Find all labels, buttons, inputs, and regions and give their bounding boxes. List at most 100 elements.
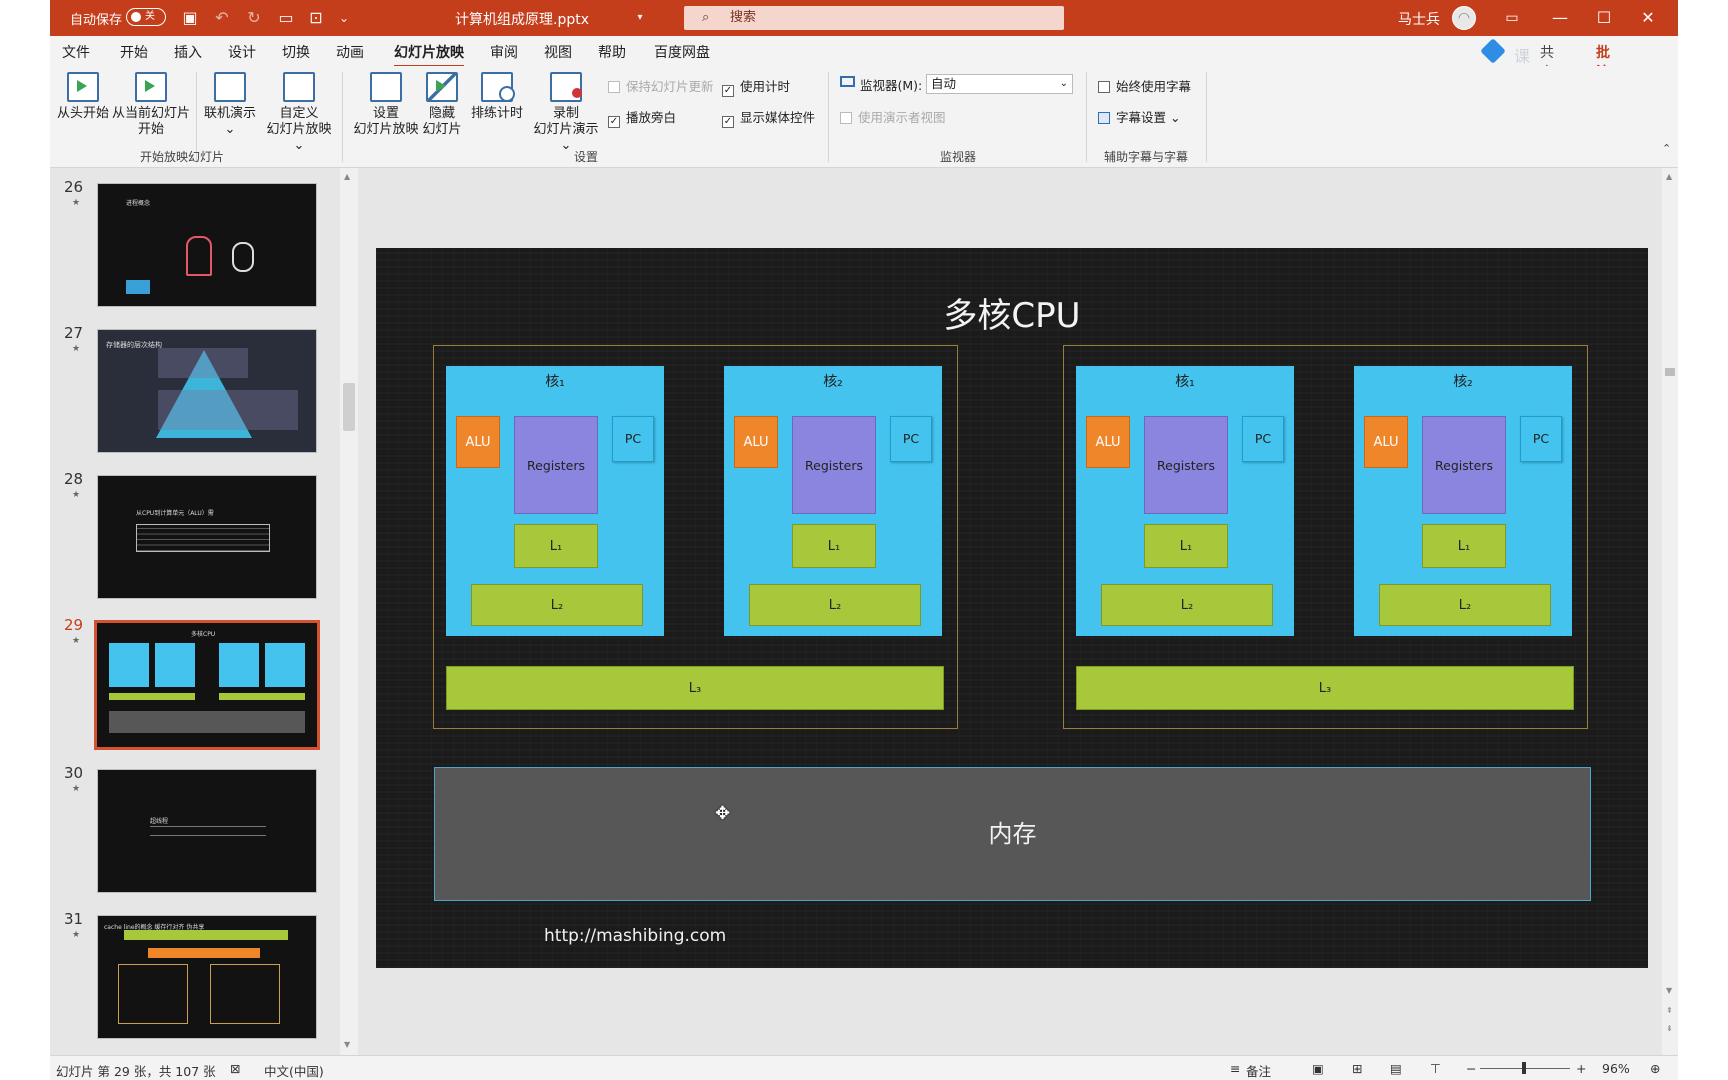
- memory-box[interactable]: 内存: [434, 767, 1591, 901]
- tab-help[interactable]: 帮助: [598, 42, 626, 62]
- current-slide[interactable]: 多核CPU 核₁ ALU Registers PC L₁ L₂ 核₂ ALU R: [376, 248, 1648, 968]
- cpu-core[interactable]: 核₁ ALU Registers PC L₁ L₂: [1076, 366, 1294, 636]
- from-beginning-button[interactable]: 从头开始: [56, 72, 110, 122]
- collapse-ribbon-icon[interactable]: ⌃: [1662, 142, 1671, 155]
- tab-baidu-netdisk[interactable]: 百度网盘: [654, 42, 710, 62]
- play-narration-checkbox[interactable]: ✓ 播放旁白: [608, 107, 676, 128]
- registers-box[interactable]: Registers: [792, 416, 876, 514]
- zoom-in-icon[interactable]: +: [1576, 1061, 1586, 1076]
- keep-slides-updated-checkbox[interactable]: 保持幻灯片更新: [608, 76, 714, 95]
- redo-icon[interactable]: ↻: [244, 8, 264, 28]
- tab-file[interactable]: 文件: [62, 42, 90, 62]
- l3-cache-box[interactable]: L₃: [1076, 666, 1574, 710]
- thumbnail-scrollbar[interactable]: ▲ ▼: [340, 168, 358, 1055]
- reading-view-icon[interactable]: ▤: [1390, 1061, 1402, 1076]
- previous-slide-icon[interactable]: ⇞: [1666, 1006, 1673, 1015]
- registers-box[interactable]: Registers: [1422, 416, 1506, 514]
- zoom-level[interactable]: 96%: [1602, 1061, 1630, 1076]
- slide-thumbnail-29[interactable]: 多核CPU: [94, 620, 320, 750]
- l2-cache-box[interactable]: L₂: [1379, 584, 1551, 626]
- scroll-down-icon[interactable]: ▼: [1666, 986, 1672, 995]
- close-icon[interactable]: ✕: [1636, 6, 1660, 30]
- tab-slideshow[interactable]: 幻灯片放映: [394, 42, 464, 68]
- zoom-out-icon[interactable]: −: [1466, 1061, 1476, 1076]
- notes-button[interactable]: 备注: [1246, 1061, 1271, 1080]
- l1-cache-box[interactable]: L₁: [1422, 524, 1506, 568]
- l2-cache-box[interactable]: L₂: [1101, 584, 1273, 626]
- slide-footer-url[interactable]: http://mashibing.com: [544, 926, 726, 946]
- registers-box[interactable]: Registers: [1144, 416, 1228, 514]
- pc-box[interactable]: PC: [612, 416, 654, 462]
- presenter-view-checkbox[interactable]: 使用演示者视图: [840, 107, 946, 126]
- alu-box[interactable]: ALU: [734, 416, 778, 468]
- l1-cache-box[interactable]: L₁: [1144, 524, 1228, 568]
- alu-box[interactable]: ALU: [456, 416, 500, 468]
- editor-scrollbar[interactable]: ▲ ▼ ⇞ ⇟: [1662, 168, 1678, 1055]
- l1-cache-box[interactable]: L₁: [792, 524, 876, 568]
- minimize-icon[interactable]: —: [1548, 6, 1572, 30]
- present-from-start-icon[interactable]: ▭: [276, 8, 296, 28]
- slide-sorter-icon[interactable]: ⊞: [1352, 1061, 1362, 1076]
- cpu-package[interactable]: 核₁ ALU Registers PC L₁ L₂ 核₂ ALU Registe…: [1063, 345, 1588, 729]
- tab-transitions[interactable]: 切换: [282, 42, 310, 62]
- slide-title[interactable]: 多核CPU: [376, 288, 1648, 337]
- pc-box[interactable]: PC: [1242, 416, 1284, 462]
- search-box[interactable]: ⌕ 搜索: [684, 6, 1064, 30]
- ribbon-display-icon[interactable]: ▭: [1500, 6, 1524, 30]
- tab-animations[interactable]: 动画: [336, 42, 364, 62]
- slide-thumbnail-30[interactable]: 超线程: [97, 769, 317, 893]
- slideshow-view-icon[interactable]: ⊤: [1430, 1061, 1441, 1076]
- cpu-core[interactable]: 核₁ ALU Registers PC L₁ L₂: [446, 366, 664, 636]
- save-icon[interactable]: ▣: [180, 8, 200, 28]
- user-avatar-icon[interactable]: ◠: [1452, 6, 1476, 30]
- fit-to-window-icon[interactable]: ⊕: [1650, 1061, 1660, 1076]
- monitor-select[interactable]: 自动 ⌄: [926, 74, 1073, 94]
- subtitle-settings-button[interactable]: 字幕设置 ⌄: [1098, 107, 1180, 126]
- from-current-button[interactable]: 从当前幻灯片 开始: [110, 72, 192, 138]
- setup-slideshow-button[interactable]: 设置 幻灯片放映: [352, 72, 420, 138]
- hide-slide-button[interactable]: 隐藏 幻灯片: [422, 72, 462, 138]
- l1-cache-box[interactable]: L₁: [514, 524, 598, 568]
- maximize-icon[interactable]: ☐: [1592, 6, 1616, 30]
- cpu-package[interactable]: 核₁ ALU Registers PC L₁ L₂ 核₂ ALU Registe…: [433, 345, 958, 729]
- slide-thumbnail-26[interactable]: 进程概念: [97, 183, 317, 307]
- slide-thumbnail-31[interactable]: cache line的概念 缓存行对齐 伪共享: [97, 915, 317, 1039]
- record-slideshow-button[interactable]: 录制 幻灯片演示 ⌄: [528, 72, 604, 154]
- pc-box[interactable]: PC: [1520, 416, 1562, 462]
- registers-box[interactable]: Registers: [514, 416, 598, 514]
- rehearse-timings-button[interactable]: 排练计时: [468, 72, 526, 122]
- accessibility-icon[interactable]: ⊠: [230, 1061, 240, 1076]
- filename-dropdown-icon[interactable]: ▾: [630, 8, 650, 28]
- online-present-button[interactable]: 联机演示 ⌄: [200, 72, 260, 138]
- alu-box[interactable]: ALU: [1364, 416, 1408, 468]
- customize-toolbar-icon[interactable]: ⌄: [334, 8, 354, 28]
- scroll-down-icon[interactable]: ▼: [344, 1040, 350, 1049]
- tab-insert[interactable]: 插入: [174, 42, 202, 62]
- pc-box[interactable]: PC: [890, 416, 932, 462]
- l2-cache-box[interactable]: L₂: [471, 584, 643, 626]
- document-filename[interactable]: 计算机组成原理.pptx: [455, 9, 589, 29]
- language-indicator[interactable]: 中文(中国): [264, 1061, 324, 1080]
- user-name[interactable]: 马士兵: [1398, 9, 1440, 29]
- normal-view-icon[interactable]: ▣: [1312, 1061, 1324, 1076]
- scroll-up-icon[interactable]: ▲: [1666, 172, 1672, 181]
- zoom-slider-thumb[interactable]: [1522, 1062, 1526, 1074]
- tab-review[interactable]: 审阅: [490, 42, 518, 62]
- l3-cache-box[interactable]: L₃: [446, 666, 944, 710]
- always-use-subtitles-checkbox[interactable]: 始终使用字幕: [1098, 76, 1191, 95]
- scroll-up-icon[interactable]: ▲: [344, 172, 350, 181]
- l2-cache-box[interactable]: L₂: [749, 584, 921, 626]
- autosave-toggle[interactable]: 关: [126, 8, 166, 26]
- tab-design[interactable]: 设计: [228, 42, 256, 62]
- custom-slideshow-button[interactable]: 自定义 幻灯片放映 ⌄: [262, 72, 336, 154]
- use-timings-checkbox[interactable]: ✓ 使用计时: [722, 76, 790, 97]
- show-media-controls-checkbox[interactable]: ✓ 显示媒体控件: [722, 107, 815, 128]
- notes-icon[interactable]: ≡: [1230, 1061, 1240, 1076]
- undo-icon[interactable]: ↶: [212, 8, 232, 28]
- scrollbar-thumb[interactable]: [1665, 368, 1675, 376]
- tab-home[interactable]: 开始: [120, 42, 148, 62]
- cpu-core[interactable]: 核₂ ALU Registers PC L₁ L₂: [1354, 366, 1572, 636]
- tab-view[interactable]: 视图: [544, 42, 572, 62]
- cpu-core[interactable]: 核₂ ALU Registers PC L₁ L₂: [724, 366, 942, 636]
- scrollbar-thumb[interactable]: [343, 383, 355, 431]
